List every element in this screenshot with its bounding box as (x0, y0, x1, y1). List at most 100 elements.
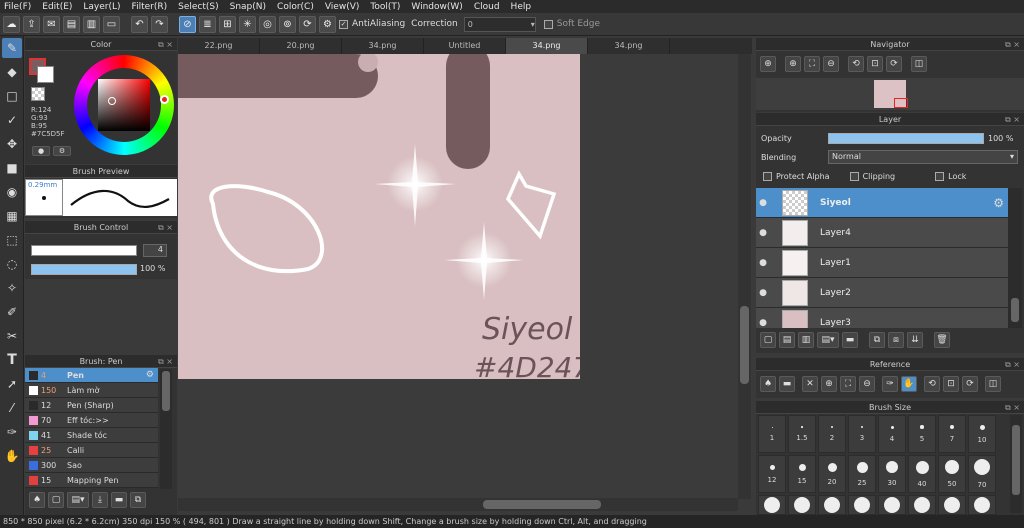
layer-row[interactable]: ● Layer2 (756, 278, 1008, 308)
flip-icon[interactable]: ◫ (911, 56, 927, 72)
perspective-snap-icon[interactable]: ⟳ (299, 15, 316, 33)
popout-icon[interactable]: ⧉ × (1005, 401, 1020, 414)
brush-size-scrollbar[interactable] (1010, 415, 1022, 513)
select-pen-tool-icon[interactable]: ✐ (2, 302, 22, 322)
menu-item[interactable]: Layer(L) (83, 2, 120, 12)
document-tab[interactable]: 34.png (506, 38, 588, 54)
brush-item[interactable]: 15 Mapping Pen (25, 473, 158, 488)
secondary-color-swatch[interactable] (37, 66, 54, 83)
popout-icon[interactable]: ⧉ × (1005, 113, 1020, 126)
brush-size-preset[interactable]: 12 (758, 455, 786, 493)
menu-item[interactable]: Window(W) (411, 2, 462, 12)
menu-item[interactable]: Cloud (474, 2, 500, 12)
zoom-plus-icon[interactable]: ⊕ (785, 56, 801, 72)
menu-item[interactable]: Select(S) (178, 2, 219, 12)
popout-icon[interactable]: ⧉ × (158, 38, 173, 51)
visibility-icon[interactable]: ● (756, 318, 770, 328)
document-icon[interactable]: ▤ (63, 15, 80, 33)
reset-view-icon[interactable]: ⊡ (867, 56, 883, 72)
layer-menu-icon[interactable]: ▤▾ (817, 332, 839, 348)
fill-rect-tool-icon[interactable]: ■ (2, 158, 22, 178)
visibility-icon[interactable]: ● (756, 228, 770, 238)
brush-opacity-slider[interactable] (31, 264, 137, 275)
brush-size-preset[interactable] (878, 495, 906, 515)
hand-tool-icon[interactable]: ✋ (2, 446, 22, 466)
brush-size-preset[interactable]: 1 (758, 415, 786, 453)
correction-select[interactable]: 0 ▾ (463, 16, 536, 32)
popout-icon[interactable]: ⧉ × (158, 221, 173, 234)
ref-rotate-right-icon[interactable]: ⟳ (962, 376, 978, 392)
brush-size-preset[interactable]: 10 (968, 415, 996, 453)
brush-size-field[interactable]: 4 (143, 244, 167, 257)
protect-alpha-checkbox[interactable] (763, 172, 772, 181)
new-halftone-layer-icon[interactable]: ▤ (779, 332, 795, 348)
layer-list-scrollbar[interactable] (1008, 188, 1022, 328)
color-wheel[interactable] (74, 55, 174, 155)
brush-size-preset[interactable] (788, 495, 816, 515)
layer-row[interactable]: ● Layer4 (756, 218, 1008, 248)
rotate-icon[interactable]: ⟲ (848, 56, 864, 72)
document-tab[interactable]: 34.png (342, 38, 424, 54)
brush-size-slider[interactable] (31, 245, 137, 256)
menu-item[interactable]: File(F) (4, 2, 31, 12)
antialiasing-checkbox[interactable]: ✓ (339, 19, 348, 29)
canvas-vertical-scrollbar[interactable] (738, 54, 751, 499)
brush-import-icon[interactable]: ⤓ (92, 492, 108, 508)
document-tab[interactable]: Untitled (424, 38, 506, 54)
move-tool-icon[interactable]: ✥ (2, 134, 22, 154)
brush-size-preset[interactable]: 15 (788, 455, 816, 493)
color-settings-icon[interactable]: ⚙ (53, 146, 71, 156)
layer-opacity-slider[interactable] (828, 133, 984, 144)
rotate-right-icon[interactable]: ⟳ (886, 56, 902, 72)
ref-fit-icon[interactable]: ⛶ (840, 376, 856, 392)
brush-size-preset[interactable]: 3 (848, 415, 876, 453)
brush-item[interactable]: 25 Calli (25, 443, 158, 458)
new-8bit-layer-icon[interactable]: ▥ (798, 332, 814, 348)
bucket-tool-icon[interactable]: ◉ (2, 182, 22, 202)
brush-item[interactable]: 12 Pen (Sharp) (25, 398, 158, 413)
layer-folder-icon[interactable]: ▬ (842, 332, 858, 348)
zoom-out-icon[interactable]: ⊖ (823, 56, 839, 72)
visibility-icon[interactable]: ● (756, 258, 770, 268)
lock-checkbox[interactable] (935, 172, 945, 181)
ref-open-icon[interactable]: ▬ (779, 376, 795, 392)
toggle-panel-icon[interactable]: ▭ (103, 15, 120, 33)
save-icon[interactable]: ▥ (83, 15, 100, 33)
menu-item[interactable]: Tool(T) (370, 2, 400, 12)
curve-snap-icon[interactable]: ⊚ (279, 15, 296, 33)
ref-new-icon[interactable]: ♠ (760, 376, 776, 392)
dropper-tool-icon[interactable]: ⁄ (2, 398, 22, 418)
brush-size-preset[interactable]: 20 (818, 455, 846, 493)
brush-duplicate-icon[interactable]: ⧉ (130, 492, 146, 508)
radial-snap-icon[interactable]: ✳ (239, 15, 256, 33)
fit-icon[interactable]: ⛶ (804, 56, 820, 72)
menu-item[interactable]: Edit(E) (42, 2, 72, 12)
check-tool-icon[interactable]: ✓ (2, 110, 22, 130)
visibility-icon[interactable]: ● (756, 198, 770, 208)
canvas-horizontal-scrollbar[interactable] (178, 498, 738, 511)
brush-list-scrollbar[interactable] (160, 369, 172, 489)
eraser-tool-icon[interactable]: ◆ (2, 62, 22, 82)
duplicate-layer-icon[interactable]: ⧉ (869, 332, 885, 348)
menu-item[interactable]: View(V) (325, 2, 360, 12)
snap-settings-icon[interactable]: ⚙ (319, 15, 336, 33)
layer-row[interactable]: ● Layer3 (756, 308, 1008, 328)
text-tool-icon[interactable]: T (2, 350, 22, 370)
menu-item[interactable]: Snap(N) (230, 2, 266, 12)
ref-rotate-icon[interactable]: ⟲ (924, 376, 940, 392)
brush-size-preset[interactable]: 5 (908, 415, 936, 453)
layer-row[interactable]: ● Layer1 (756, 248, 1008, 278)
menu-item[interactable]: Color(C) (277, 2, 314, 12)
brush-item[interactable]: 70 Eff tóc:>> (25, 413, 158, 428)
zoom-in-icon[interactable]: ⊕ (760, 56, 776, 72)
brush-size-preset[interactable] (848, 495, 876, 515)
brush-item[interactable]: 300 Sao (25, 458, 158, 473)
gradient-tool-icon[interactable]: ▦ (2, 206, 22, 226)
drawing-canvas[interactable]: Siyeol #4D247 (178, 54, 580, 379)
brush-item[interactable]: 150 Làm mờ (25, 383, 158, 398)
magic-wand-tool-icon[interactable]: ✧ (2, 278, 22, 298)
redo-icon[interactable]: ↷ (151, 15, 168, 33)
rectangle-tool-icon[interactable]: □ (2, 86, 22, 106)
brush-size-preset[interactable] (908, 495, 936, 515)
eyedropper-tool-icon[interactable]: ✑ (2, 422, 22, 442)
